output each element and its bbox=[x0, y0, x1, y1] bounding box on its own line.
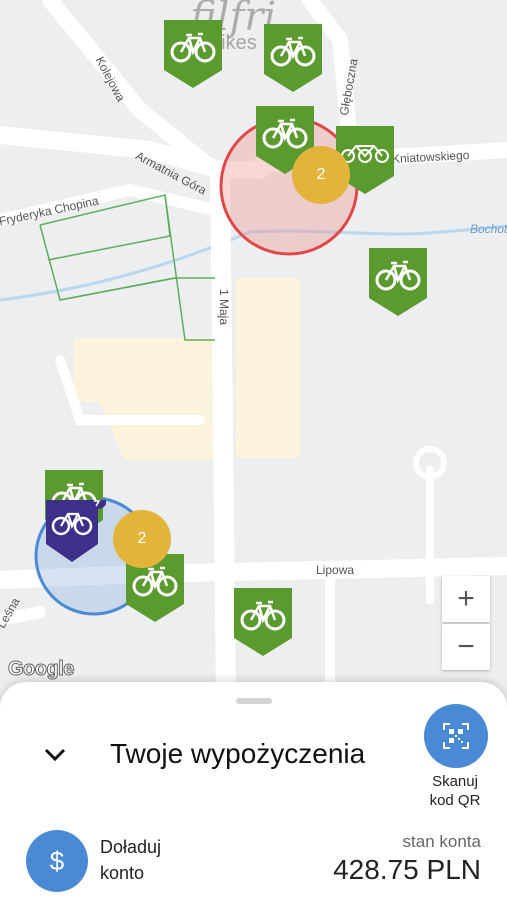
station-marker[interactable] bbox=[164, 20, 222, 88]
top-up-label[interactable]: Doładuj konto bbox=[100, 834, 161, 886]
qr-code-icon bbox=[443, 723, 469, 749]
cluster-marker[interactable]: 2 bbox=[292, 146, 350, 204]
zoom-out-button[interactable]: − bbox=[442, 624, 490, 670]
balance-value: 428.75 PLN bbox=[333, 854, 481, 885]
sheet-title: Twoje wypożyczenia bbox=[110, 738, 366, 769]
zoom-in-button[interactable]: + bbox=[442, 576, 490, 622]
cluster-marker[interactable]: 2 bbox=[113, 510, 171, 568]
sheet-drag-handle[interactable] bbox=[236, 698, 272, 704]
dollar-icon: $ bbox=[49, 845, 65, 876]
ebike-station-marker[interactable] bbox=[46, 500, 106, 568]
map-view[interactable]: filfri bikes Kolejowa Armatnia Góra Fryd… bbox=[0, 0, 507, 700]
google-logo: Google bbox=[8, 658, 75, 681]
station-marker[interactable] bbox=[369, 248, 427, 316]
scan-qr-button[interactable] bbox=[424, 704, 488, 768]
scan-qr-label[interactable]: Skanuj kod QR bbox=[412, 772, 498, 810]
street-label: 1 Maja bbox=[217, 288, 232, 326]
street-label: Lipowa bbox=[316, 563, 355, 577]
station-marker[interactable] bbox=[264, 24, 322, 92]
river-label: Bochotnica bbox=[470, 222, 507, 236]
top-up-button[interactable]: $ bbox=[26, 830, 88, 892]
rentals-bottom-sheet[interactable]: Twoje wypożyczenia Skanuj kod QR $ Doład… bbox=[0, 682, 507, 900]
balance-label: stan konta bbox=[402, 832, 481, 851]
chevron-down-icon[interactable] bbox=[40, 740, 70, 770]
station-marker[interactable] bbox=[234, 588, 292, 656]
